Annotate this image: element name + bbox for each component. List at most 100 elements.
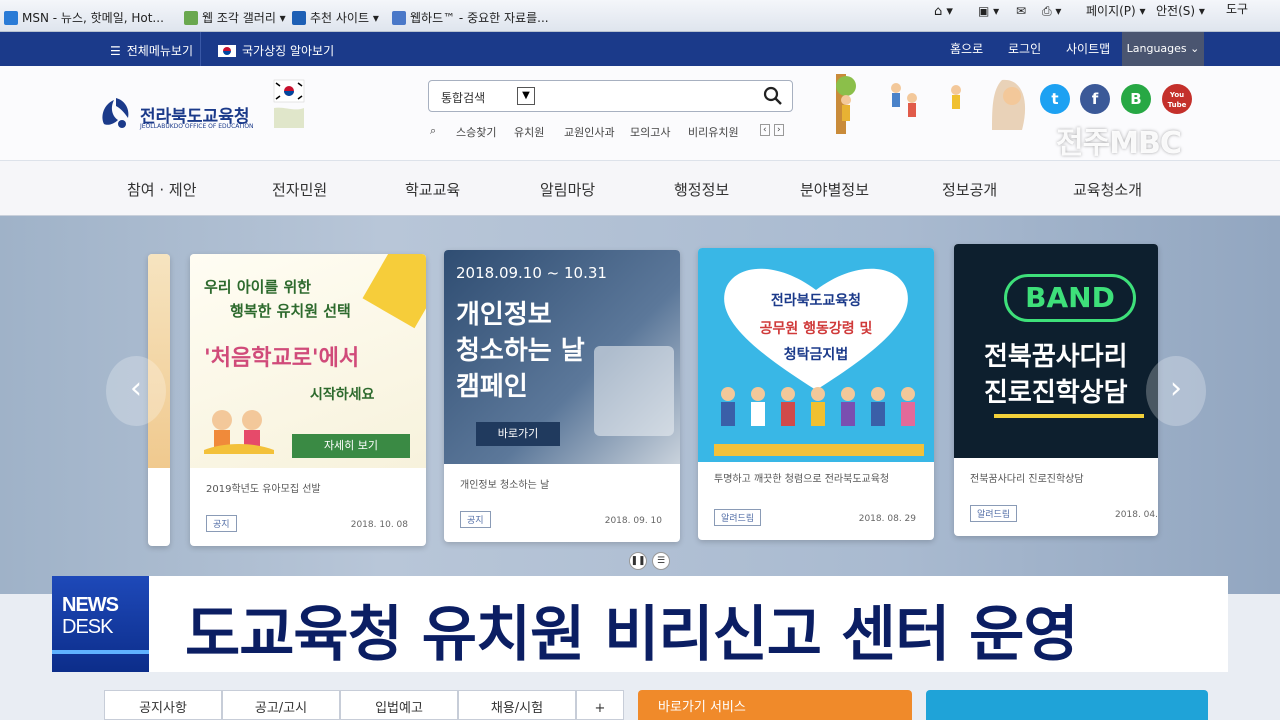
carousel-card[interactable]: BAND 전북꿈사다리 진로진학상담 전북꿈사다리 진로진학상담 알려드림 20… — [954, 244, 1158, 536]
search-icon[interactable] — [762, 85, 784, 107]
pause-icon[interactable]: ❚❚ — [629, 552, 647, 570]
quick-link[interactable]: 교원인사과 — [564, 124, 615, 140]
favorite-label: MSN - 뉴스, 핫메일, Hot... — [22, 11, 164, 25]
poster-rule — [994, 414, 1144, 418]
tab-announcements[interactable]: 공고/고시 — [222, 690, 340, 720]
favorite-label: 추천 사이트 ▾ — [310, 11, 379, 25]
national-symbols-link[interactable]: 국가상징 알아보기 — [218, 42, 334, 59]
favorite-suggested-sites[interactable]: 추천 사이트 ▾ — [292, 9, 379, 26]
feeds-icon[interactable]: ▣ ▾ — [978, 4, 999, 18]
card-caption: 2019학년도 유아모집 선발 — [206, 484, 321, 495]
page-menu[interactable]: 페이지(P) ▾ — [1086, 2, 1146, 19]
integrated-search-box[interactable]: 통합검색 ▼ — [428, 80, 793, 112]
carousel-card[interactable]: 2018.09.10 ~ 10.31 개인정보 청소하는 날 캠페인 바로가기 … — [444, 250, 680, 542]
nav-item-e-petition[interactable]: 전자민원 — [272, 179, 327, 200]
trash-can-icon — [594, 346, 674, 436]
menu-icon: ☰ — [110, 43, 121, 58]
nav-item-school-education[interactable]: 학교교육 — [405, 179, 460, 200]
suggested-sites-icon — [292, 10, 306, 25]
chevron-down-icon: ⌄ — [1190, 42, 1200, 55]
news-headline: 도교육청 유치원 비리신고 센터 운영 — [185, 600, 1079, 670]
login-link[interactable]: 로그인 — [1008, 36, 1041, 62]
search-scope-label: 통합검색 — [441, 91, 486, 105]
nav-item-info-disclosure[interactable]: 정보공개 — [942, 179, 997, 200]
web-slice-icon — [184, 10, 198, 25]
quick-link[interactable]: 모의고사 — [630, 124, 670, 140]
quick-link[interactable]: 유치원 — [514, 124, 544, 140]
go-button[interactable]: 바로가기 — [476, 422, 560, 446]
carousel-card[interactable]: 우리 아이를 위한 행복한 유치원 선택 '처음학교로'에서 시작하세요 자세히… — [190, 254, 426, 546]
languages-dropdown[interactable]: Languages ⌄ — [1122, 32, 1204, 66]
nav-item-about-office[interactable]: 교육청소개 — [1073, 179, 1142, 200]
next-arrow-icon[interactable]: › — [774, 124, 784, 136]
poster-line: '처음학교로'에서 — [204, 346, 360, 371]
facebook-icon[interactable]: f — [1080, 84, 1110, 114]
children-cartoon-icon — [204, 410, 274, 454]
poster-decoration — [362, 254, 426, 329]
news-headline-banner: 도교육청 유치원 비리신고 센터 운영 — [149, 576, 1228, 672]
poster-line: 전라북도교육청 — [770, 293, 862, 309]
card-caption: 투명하고 깨끗한 청렴으로 전라북도교육청 — [714, 474, 890, 485]
site-header: 전라북도교육청 JEOLLABUKDO OFFICE OF EDUCATION … — [0, 66, 1280, 161]
carousel-card[interactable]: 전라북도교육청 공무원 행동강령 및 청탁금지법 투명하고 깨끗한 청렴으로 전… — [698, 248, 934, 540]
favorite-webhard[interactable]: 웹하드™ - 중요한 자료를... — [392, 9, 549, 26]
favorite-label: 웹하드™ - 중요한 자료를... — [410, 11, 549, 25]
quick-service-panel[interactable]: 바로가기 서비스 — [638, 690, 912, 720]
tab-notices[interactable]: 공지사항 — [104, 690, 222, 720]
magnifier-icon: ⌕ — [430, 124, 437, 137]
news-brand-rule — [52, 650, 149, 654]
nav-item-admin-info[interactable]: 행정정보 — [674, 179, 729, 200]
list-icon[interactable]: ☰ — [652, 552, 670, 570]
more-tabs-button[interactable]: + — [576, 690, 624, 720]
all-menu-link[interactable]: ☰ 전체메뉴보기 — [110, 42, 193, 59]
band-icon[interactable]: B — [1121, 84, 1151, 114]
tab-legislation[interactable]: 입법예고 — [340, 690, 458, 720]
search-scope-dropdown[interactable]: ▼ — [517, 87, 535, 105]
favorite-web-slice[interactable]: 웹 조각 갤러리 ▾ — [184, 9, 286, 26]
print-icon[interactable]: ⎙ ▾ — [1042, 4, 1061, 19]
news-desk-logo: NEWS DESK — [52, 576, 149, 672]
card-tag: 공지 — [206, 515, 237, 532]
home-link[interactable]: 홈으로 — [950, 36, 983, 62]
info-panel[interactable] — [926, 690, 1208, 720]
favorite-msn[interactable]: MSN - 뉴스, 핫메일, Hot... — [4, 9, 164, 26]
card-tag: 공지 — [460, 511, 491, 528]
nav-item-notices[interactable]: 알림마당 — [540, 179, 595, 200]
taegeuk-flag-icon — [218, 44, 236, 57]
children-illustration-icon — [832, 70, 1032, 136]
national-symbols-label: 국가상징 알아보기 — [242, 44, 335, 58]
nav-item-field-info[interactable]: 분야별정보 — [800, 179, 869, 200]
logo-subtitle: JEOLLABUKDO OFFICE OF EDUCATION — [140, 123, 254, 130]
carousel-next-arrow-icon[interactable]: › — [1146, 356, 1206, 426]
quick-link[interactable]: 비리유치원 — [688, 124, 739, 140]
card-caption: 전북꿈사다리 진로진학상담 — [970, 474, 1084, 485]
card-date: 2018. 08. 29 — [858, 514, 916, 524]
nav-item-participation[interactable]: 참여 · 제안 — [127, 179, 197, 200]
details-button[interactable]: 자세히 보기 — [292, 434, 410, 458]
languages-label: Languages — [1126, 42, 1187, 55]
news-brand-line1: NEWS — [62, 594, 119, 616]
sitemap-link[interactable]: 사이트맵 — [1066, 36, 1110, 62]
tab-recruitment[interactable]: 채용/시험 — [458, 690, 576, 720]
poster-line: 개인정보 — [456, 300, 552, 330]
webhard-icon — [392, 10, 406, 25]
card-caption: 개인정보 청소하는 날 — [460, 480, 550, 491]
poster-image: BAND 전북꿈사다리 진로진학상담 — [954, 244, 1158, 458]
prev-arrow-icon[interactable]: ‹ — [760, 124, 770, 136]
poster-line: 행복한 유치원 선택 — [230, 302, 351, 320]
poster-line: 전북꿈사다리 — [984, 342, 1128, 372]
home-icon[interactable]: ⌂ ▾ — [934, 4, 953, 19]
youtube-icon[interactable]: You Tube — [1162, 84, 1192, 114]
carousel-prev-arrow-icon[interactable]: ‹ — [106, 356, 166, 426]
poster-line: 공무원 행동강령 및 — [759, 321, 873, 337]
poster-line: 캠페인 — [456, 372, 528, 402]
mail-icon[interactable]: ✉ — [1016, 4, 1026, 18]
quick-link[interactable]: 스승찾기 — [456, 124, 496, 140]
office-of-education-logo-icon[interactable] — [98, 94, 132, 130]
card-date: 2018. 04. — [1115, 510, 1158, 520]
msn-icon — [4, 10, 18, 25]
twitter-icon[interactable]: t — [1040, 84, 1070, 114]
tools-menu[interactable]: 도구 — [1226, 0, 1248, 17]
poster-date: 2018.09.10 ~ 10.31 — [456, 264, 607, 282]
safety-menu[interactable]: 안전(S) ▾ — [1156, 2, 1205, 19]
